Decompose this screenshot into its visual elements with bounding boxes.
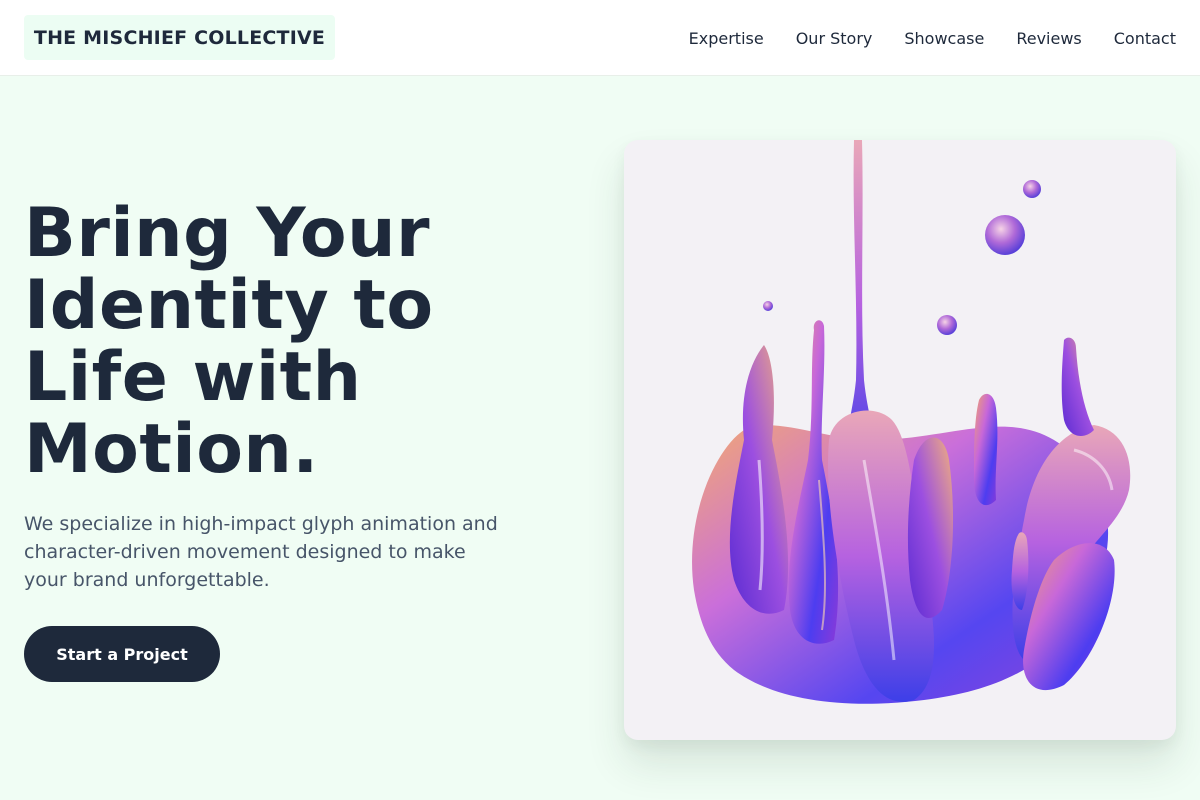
- main-nav: Expertise Our Story Showcase Reviews Con…: [657, 0, 1176, 76]
- hero-subtitle-line: your brand unforgettable.: [24, 569, 270, 591]
- nav-link-expertise[interactable]: Expertise: [689, 29, 764, 48]
- liquid-glass-splash-image: [692, 140, 1131, 704]
- hero-title-line: Bring Your: [24, 194, 431, 273]
- hero-title-line: Identity to: [24, 266, 434, 345]
- hero-subtitle-line: character-driven movement designed to ma…: [24, 541, 466, 563]
- nav-link-showcase[interactable]: Showcase: [904, 29, 984, 48]
- hero-subtitle-line: We specialize in high-impact glyph anima…: [24, 513, 498, 535]
- hero-title-line: Motion.: [24, 410, 319, 489]
- hero-image-card: [624, 140, 1176, 740]
- nav-link-our-story[interactable]: Our Story: [796, 29, 873, 48]
- hero-subtitle: We specialize in high-impact glyph anima…: [24, 510, 544, 594]
- hero-title: Bring Your Identity to Life with Motion.: [24, 198, 584, 486]
- hero-title-line: Life with: [24, 338, 362, 417]
- brand-logo[interactable]: THE MISCHIEF COLLECTIVE: [24, 15, 335, 60]
- start-project-button[interactable]: Start a Project: [24, 626, 220, 682]
- site-header: THE MISCHIEF COLLECTIVE Expertise Our St…: [0, 0, 1200, 76]
- nav-link-reviews[interactable]: Reviews: [1016, 29, 1081, 48]
- nav-link-contact[interactable]: Contact: [1114, 29, 1176, 48]
